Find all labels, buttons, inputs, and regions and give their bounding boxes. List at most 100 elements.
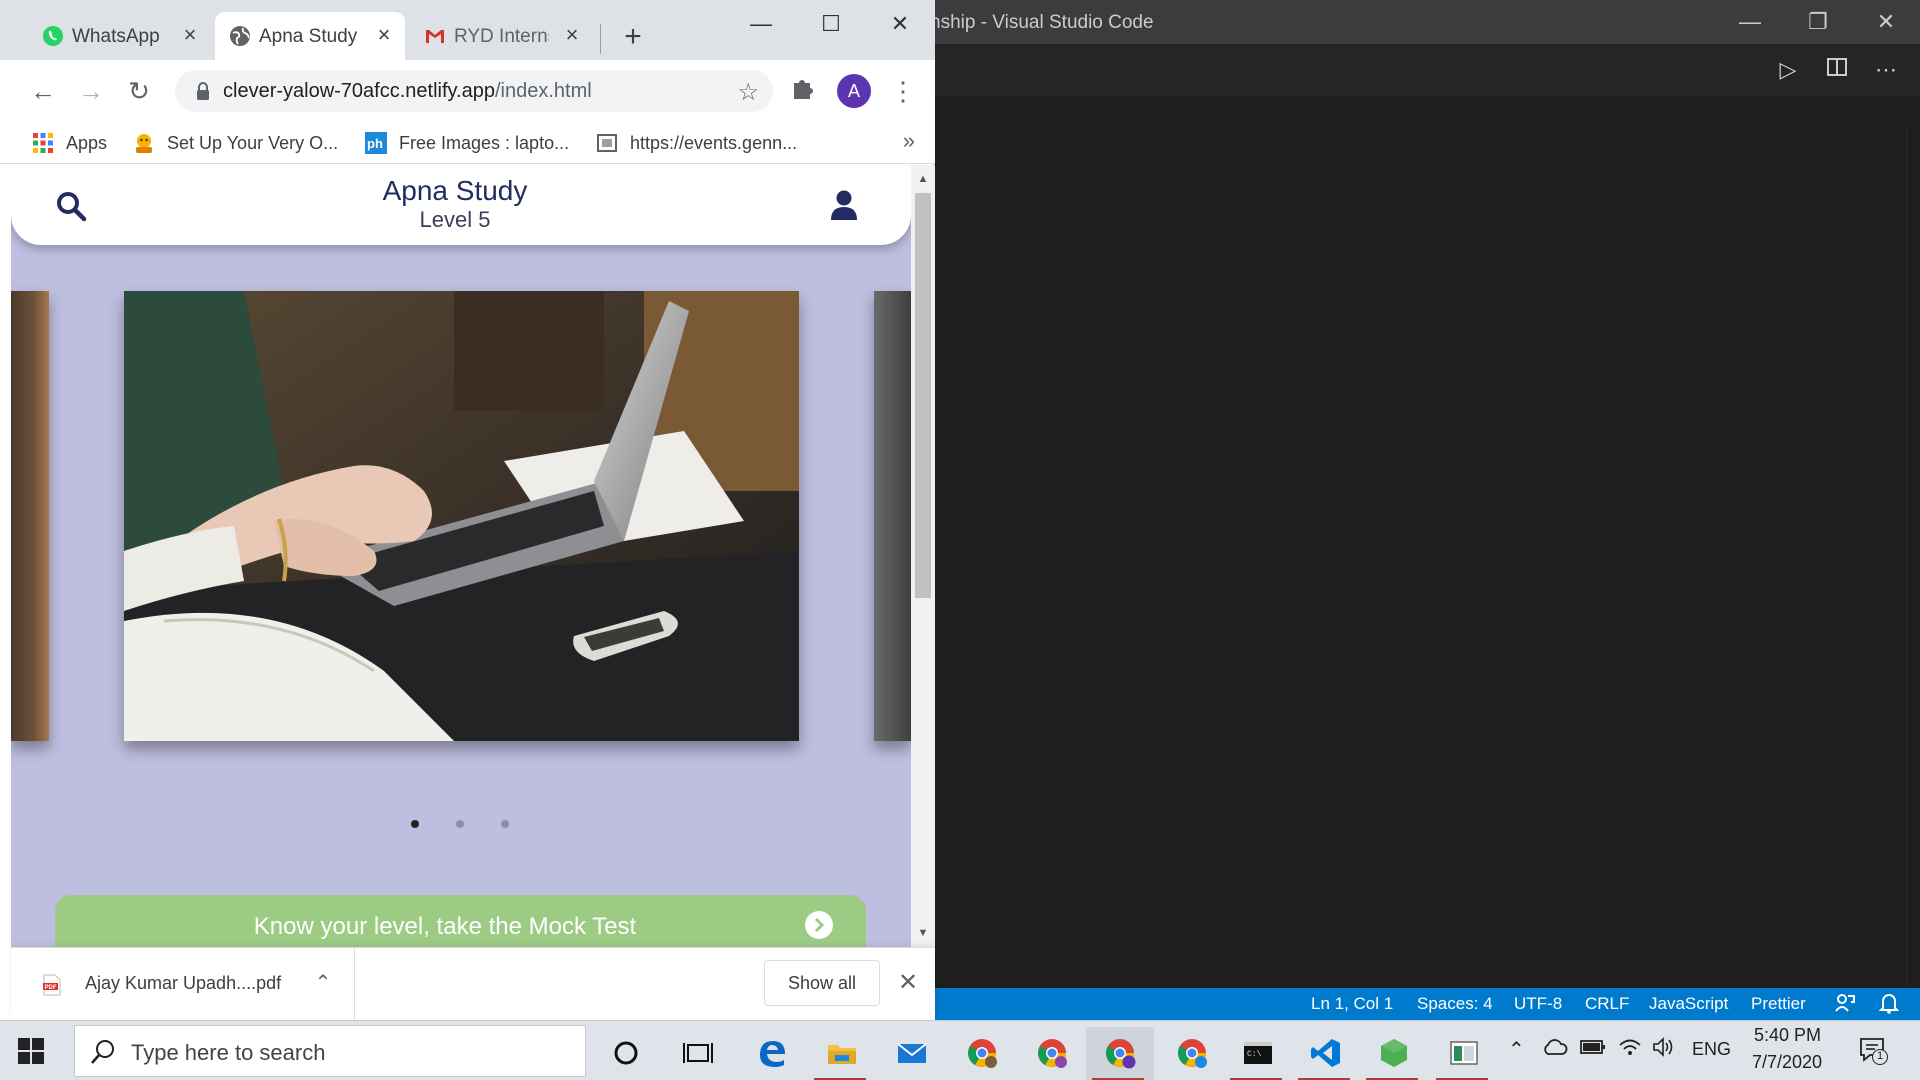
split-editor-icon[interactable] [1822,56,1852,84]
input-language[interactable]: ENG [1692,1039,1731,1060]
chrome-icon [968,1039,997,1068]
task-view-button[interactable] [664,1027,728,1080]
new-tab-button[interactable]: + [618,22,648,52]
chrome-menu-icon[interactable]: ⋮ [890,74,916,108]
carousel-dot[interactable] [456,820,464,828]
bell-icon[interactable] [1878,992,1900,1019]
lock-icon[interactable] [195,81,211,101]
carousel-slide-next[interactable] [874,291,911,741]
run-icon[interactable]: ▷ [1773,56,1803,84]
carousel-slide-main[interactable] [124,291,799,741]
show-hidden-icons-chevron-icon[interactable]: ⌃ [1508,1037,1525,1062]
taskbar-edge[interactable] [738,1027,802,1080]
volume-icon[interactable] [1652,1037,1676,1063]
terminal-icon: C:\ [1244,1042,1272,1064]
search-placeholder: Type here to search [131,1040,326,1065]
reload-icon[interactable]: ↻ [122,74,156,108]
scroll-down-arrow-icon[interactable]: ▼ [917,927,929,939]
scrollbar-thumb[interactable] [915,193,931,598]
apps-grid-icon [33,133,53,153]
wifi-icon[interactable] [1618,1037,1642,1063]
close-shelf-icon[interactable]: ✕ [893,968,923,998]
page-scrollbar[interactable]: ▲ ▼ [911,165,935,947]
close-window-button[interactable]: ✕ [866,4,934,44]
page-icon [597,134,617,152]
carousel-dot[interactable] [501,820,509,828]
feedback-icon[interactable] [1834,992,1856,1019]
taskbar-nodejs[interactable] [1360,1027,1424,1080]
download-item[interactable]: PDF Ajay Kumar Upadh....pdf ⌃ [11,948,355,1021]
scroll-up-arrow-icon[interactable]: ▲ [917,173,929,185]
svg-text:PDF: PDF [45,985,57,991]
folder-icon [828,1045,856,1064]
clock-date[interactable]: 7/7/2020 [1752,1052,1822,1073]
show-all-button[interactable]: Show all [764,960,880,1006]
user-icon[interactable] [829,189,859,221]
onedrive-cloud-icon[interactable] [1542,1037,1568,1063]
editor-area[interactable] [935,96,1920,988]
ph-icon: ph [365,132,387,154]
tab-label: WhatsApp [72,26,160,47]
tab-apna-study[interactable]: Apna Study × [215,12,405,60]
url-text[interactable]: clever-yalow-70afcc.netlify.app/index.ht… [223,80,592,103]
taskbar-vscode[interactable] [1292,1027,1356,1080]
person-emoji-icon [136,134,152,153]
carousel-slide-previous[interactable] [11,291,49,741]
restore-button[interactable]: ❐ [1784,0,1852,44]
arrow-right-icon[interactable] [805,911,833,939]
action-center-icon[interactable]: 1 [1858,1035,1888,1065]
vscode-statusbar: Ln 1, Col 1 Spaces: 4 UTF-8 CRLF JavaScr… [935,988,1920,1020]
forward-icon[interactable]: → [74,74,108,108]
site-title: Apna Study [382,175,528,206]
bookmark-label: Apps [66,133,108,153]
url-host: clever-yalow-70afcc.netlify.app [223,80,495,102]
svg-text:ph: ph [367,136,383,151]
taskbar-app-window[interactable] [1430,1027,1494,1080]
extensions-puzzle-icon[interactable] [790,75,820,105]
eol-status[interactable]: CRLF [1585,994,1629,1014]
clock-time[interactable]: 5:40 PM [1754,1025,1821,1046]
bookmarks-overflow-icon[interactable]: » [903,128,915,154]
taskbar-file-explorer[interactable] [808,1027,872,1080]
battery-icon[interactable] [1580,1037,1606,1063]
profile-avatar[interactable]: A [837,74,871,108]
close-window-button[interactable]: ✕ [1852,0,1920,44]
whatsapp-icon [43,26,63,46]
taskbar-chrome-profile-2[interactable] [1018,1027,1082,1080]
chevron-up-icon[interactable]: ⌃ [311,968,335,998]
address-bar[interactable]: clever-yalow-70afcc.netlify.app/index.ht… [175,70,773,112]
minimize-button[interactable]: — [1716,0,1784,44]
more-actions-icon[interactable]: ⋯ [1871,56,1901,84]
vscode-icon [1311,1039,1340,1067]
windows-start-icon[interactable] [18,1038,44,1064]
cursor-position[interactable]: Ln 1, Col 1 [1311,994,1393,1014]
carousel-dot-active[interactable] [411,820,419,828]
tab-close-icon[interactable]: × [372,23,396,47]
cortana-button[interactable] [592,1027,656,1080]
minimize-button[interactable]: — [727,4,795,44]
language-mode[interactable]: JavaScript [1649,994,1728,1014]
nodejs-hexagon-icon [1381,1039,1407,1067]
taskbar-chrome-active[interactable] [1086,1027,1154,1080]
tab-ryd-internship[interactable]: RYD Internshi × [410,12,600,60]
bookmark-label: Set Up Your Very O... [167,133,339,153]
back-icon[interactable]: ← [26,74,60,108]
taskbar-mail[interactable] [878,1027,942,1080]
taskbar-search-box[interactable]: Type here to search [74,1025,586,1077]
tab-close-icon[interactable]: × [178,23,202,47]
laptop-typing-photo [124,291,799,741]
vscode-window-title: nship - Visual Studio Code [930,12,1154,33]
prettier-status[interactable]: Prettier [1751,994,1806,1014]
taskbar-terminal[interactable]: C:\ [1224,1027,1288,1080]
taskbar-chrome-profile-1[interactable] [948,1027,1012,1080]
taskbar-chrome-profile-3[interactable] [1158,1027,1222,1080]
maximize-button[interactable]: ☐ [797,4,865,44]
bookmark-star-icon[interactable]: ☆ [737,78,759,107]
tab-whatsapp[interactable]: WhatsApp × [28,12,206,60]
mock-test-card[interactable]: Know your level, take the Mock Test [55,895,866,947]
indentation-status[interactable]: Spaces: 4 [1417,994,1493,1014]
app-window-icon [1450,1041,1478,1065]
encoding-status[interactable]: UTF-8 [1514,994,1562,1014]
page-viewport[interactable]: Apna Study Level 5 Know your level, take… [11,165,911,947]
tab-close-icon[interactable]: × [560,23,584,47]
